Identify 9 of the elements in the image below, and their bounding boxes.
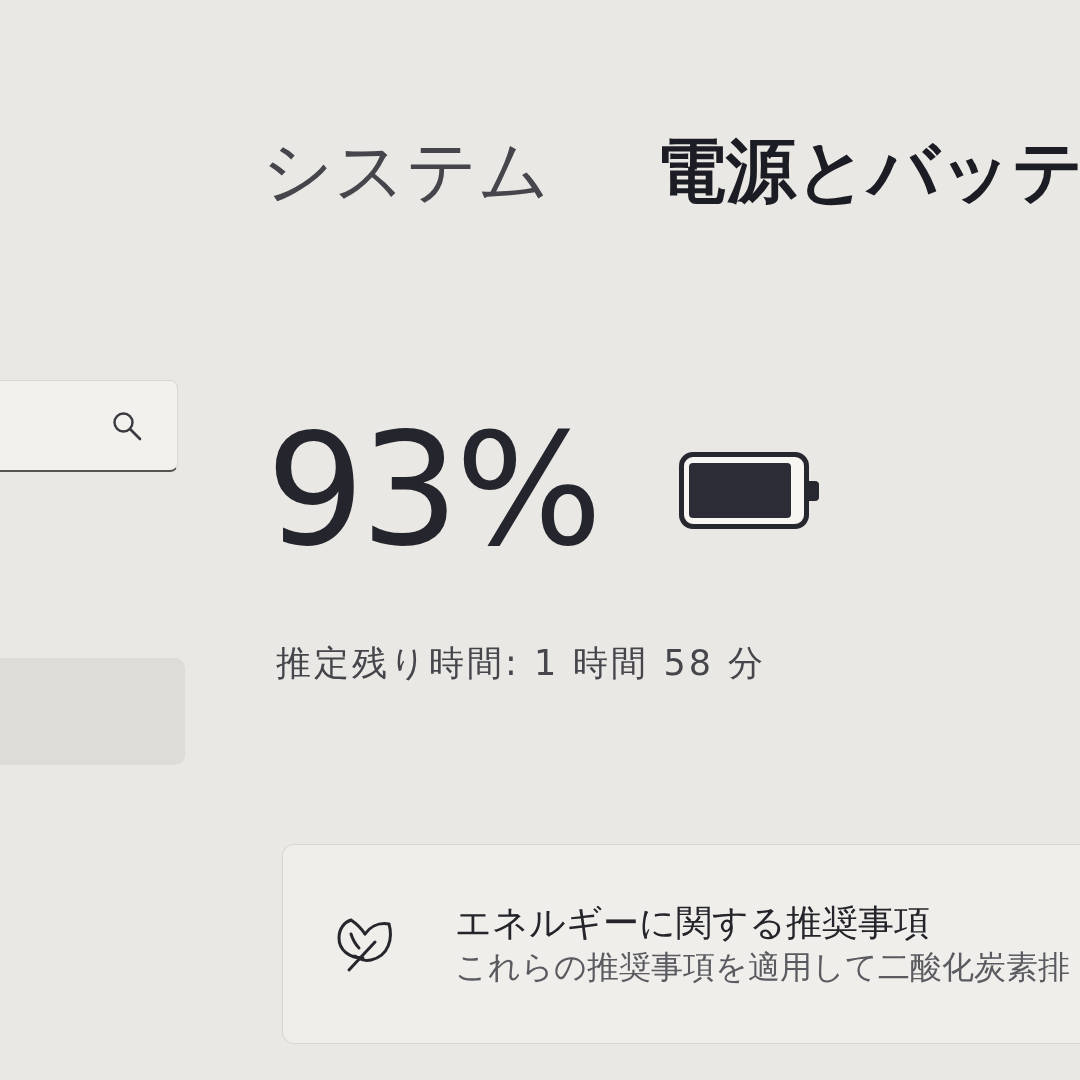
breadcrumb-link[interactable]: システム: [262, 126, 550, 217]
remaining-time: 推定残り時間: 1 時間 58 分: [276, 642, 767, 684]
card-title: エネルギーに関する推奨事項: [455, 901, 931, 946]
recommendations-card[interactable]: エネルギーに関する推奨事項 これらの推奨事項を適用して二酸化炭素排: [282, 844, 1080, 1044]
battery-percentage: 93%: [266, 413, 599, 568]
page-title: 電源とバッテ: [656, 129, 1080, 214]
search-icon[interactable]: [111, 409, 143, 442]
card-description: これらの推奨事項を適用して二酸化炭素排: [455, 947, 1070, 987]
search-field[interactable]: [0, 380, 178, 472]
